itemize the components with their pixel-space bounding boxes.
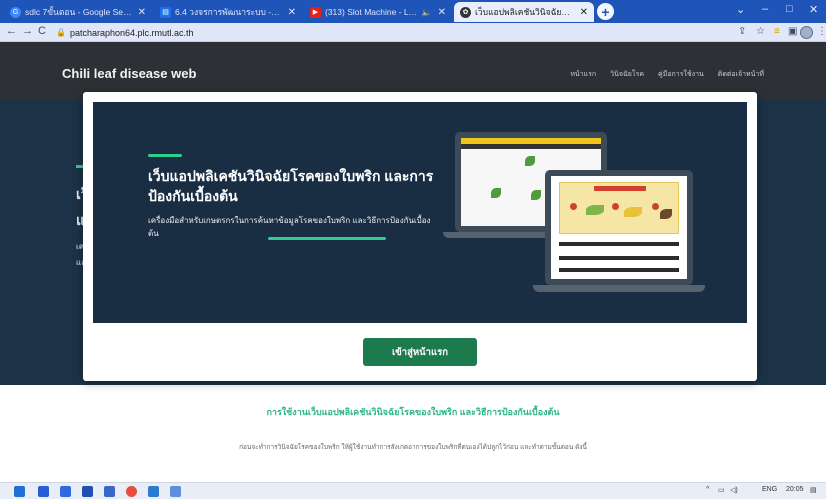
nav-manual[interactable]: คู่มือการใช้งาน xyxy=(658,69,704,80)
leaf-icon xyxy=(660,209,672,219)
language-indicator[interactable]: ENG xyxy=(762,486,777,493)
section-title: การใช้งานเว็บแอปพลิเคชันวินิจฉัยโรคของใบ… xyxy=(266,407,560,417)
hero-accent-line xyxy=(148,154,182,157)
browser-tab-doc[interactable]: ▤ 6.4 วงจรการพัฒนาระบบ - ความรู้เบื้องต้… xyxy=(154,2,302,22)
browser-tab-google[interactable]: G sdlc 7ขั้นตอน - Google Search ✕ xyxy=(4,2,152,22)
volume-icon[interactable]: ◁) xyxy=(730,486,738,494)
share-icon[interactable]: ⇪ xyxy=(738,26,746,37)
section-text: ก่อนจะทำการวินิจฉัยโรคของใบพริก ให้ผู้ใช… xyxy=(239,444,587,451)
close-window-button[interactable]: ✕ xyxy=(809,3,818,16)
browser-tab-site[interactable]: ✿ เว็บแอปพลิเคชันวินิจฉัยโรคของใบพริก ✕ xyxy=(454,2,594,22)
extension-icon[interactable]: ≡ xyxy=(774,26,780,37)
lock-icon: 🔒 xyxy=(56,28,66,37)
plant-icon xyxy=(525,156,535,166)
screen-row xyxy=(559,256,679,260)
plant-icon xyxy=(491,188,501,198)
kebab-menu-icon[interactable]: ⋮ xyxy=(817,26,826,37)
step-dot-icon xyxy=(652,203,659,210)
speaker-icon[interactable]: 🔈 xyxy=(422,8,432,17)
tab-title: (313) Slot Machine - Love M... xyxy=(325,7,418,17)
leaf-icon xyxy=(586,205,604,215)
chrome-icon[interactable] xyxy=(126,486,137,497)
plant-icon xyxy=(531,190,541,200)
minimize-button[interactable]: – xyxy=(762,3,768,15)
file-explorer-icon[interactable] xyxy=(60,486,71,497)
enter-homepage-button[interactable]: เข้าสู่หน้าแรก xyxy=(363,338,477,366)
url-field[interactable]: 🔒 patcharaphon64.plc.rmutl.ac.th xyxy=(56,25,676,40)
close-icon[interactable]: ✕ xyxy=(138,7,146,18)
site-icon: ✿ xyxy=(460,6,471,18)
new-tab-button[interactable]: + xyxy=(597,3,614,20)
hero-title: เว็บแอปพลิเคชันวินิจฉัยโรคของใบพริก และก… xyxy=(148,168,434,204)
windows-start-icon[interactable] xyxy=(14,486,25,497)
google-icon: G xyxy=(10,6,21,18)
tab-search-icon[interactable]: ⌄ xyxy=(736,3,745,16)
forward-arrow-icon[interactable]: → xyxy=(22,25,33,37)
youtube-icon: ▶ xyxy=(310,6,321,18)
screen-panel xyxy=(559,182,679,234)
usage-section: การใช้งานเว็บแอปพลิเคชันวินิจฉัยโรคของใบ… xyxy=(0,385,826,482)
welcome-modal: เว็บแอปพลิเคชันวินิจฉัยโรคของใบพริก และก… xyxy=(83,92,757,381)
app-icon[interactable] xyxy=(148,486,159,497)
tab-title: เว็บแอปพลิเคชันวินิจฉัยโรคของใบพริก xyxy=(475,7,574,17)
tray-chevron-icon[interactable]: ^ xyxy=(706,486,709,493)
main-nav: หน้าแรก วินิจฉัยโรค คู่มือการใช้งาน ติดต… xyxy=(570,69,764,80)
maximize-button[interactable]: □ xyxy=(786,3,793,15)
star-icon[interactable]: ☆ xyxy=(756,26,765,37)
laptop-illustration-front xyxy=(545,170,693,285)
screen-navbar xyxy=(461,144,601,149)
back-arrow-icon[interactable]: ← xyxy=(6,25,17,37)
hero-subtitle-line xyxy=(268,237,386,240)
close-icon[interactable]: ✕ xyxy=(438,7,446,18)
laptop-screen xyxy=(551,176,687,279)
notification-icon[interactable]: ▤ xyxy=(810,486,817,494)
hero-banner-image: เว็บแอปพลิเคชันวินิจฉัยโรคของใบพริก และก… xyxy=(93,102,747,323)
browser-tab-youtube[interactable]: ▶ (313) Slot Machine - Love M... 🔈 ✕ xyxy=(304,2,452,22)
laptop-base xyxy=(533,285,705,292)
avatar[interactable] xyxy=(800,26,813,39)
step-dot-icon xyxy=(570,203,577,210)
leaf-icon xyxy=(624,207,642,217)
nav-contact[interactable]: ติดต่อเจ้าหน้าที่ xyxy=(718,69,764,80)
step-dot-icon xyxy=(612,203,619,210)
clock[interactable]: 20:05 xyxy=(786,486,804,493)
nav-home[interactable]: หน้าแรก xyxy=(570,69,596,80)
tab-title: 6.4 วงจรการพัฒนาระบบ - ความรู้เบื้องต้น xyxy=(175,7,282,17)
app-icon[interactable] xyxy=(170,486,181,497)
address-bar: ← → C 🔒 patcharaphon64.plc.rmutl.ac.th ⇪… xyxy=(0,23,826,42)
screen-row xyxy=(559,268,679,272)
taskview-icon[interactable] xyxy=(38,486,49,497)
store-icon[interactable] xyxy=(82,486,93,497)
browser-tab-bar: G sdlc 7ขั้นตอน - Google Search ✕ ▤ 6.4 … xyxy=(0,0,826,23)
app-icon[interactable] xyxy=(104,486,115,497)
reload-icon[interactable]: C xyxy=(38,25,46,37)
brand-logo[interactable]: Chili leaf disease web xyxy=(62,66,196,81)
screen-row xyxy=(559,242,679,246)
tab-title: sdlc 7ขั้นตอน - Google Search xyxy=(25,7,132,17)
doc-icon: ▤ xyxy=(160,6,171,18)
close-icon[interactable]: ✕ xyxy=(580,7,588,18)
windows-taskbar: ^ ▭ ◁) ENG 20:05 ▤ xyxy=(0,482,826,499)
url-text: patcharaphon64.plc.rmutl.ac.th xyxy=(69,27,194,38)
sidepanel-icon[interactable]: ▣ xyxy=(788,26,797,37)
network-icon[interactable]: ▭ xyxy=(718,486,725,494)
close-icon[interactable]: ✕ xyxy=(288,7,296,18)
panel-title-bar xyxy=(594,186,646,191)
nav-diagnose[interactable]: วินิจฉัยโรค xyxy=(610,69,644,80)
